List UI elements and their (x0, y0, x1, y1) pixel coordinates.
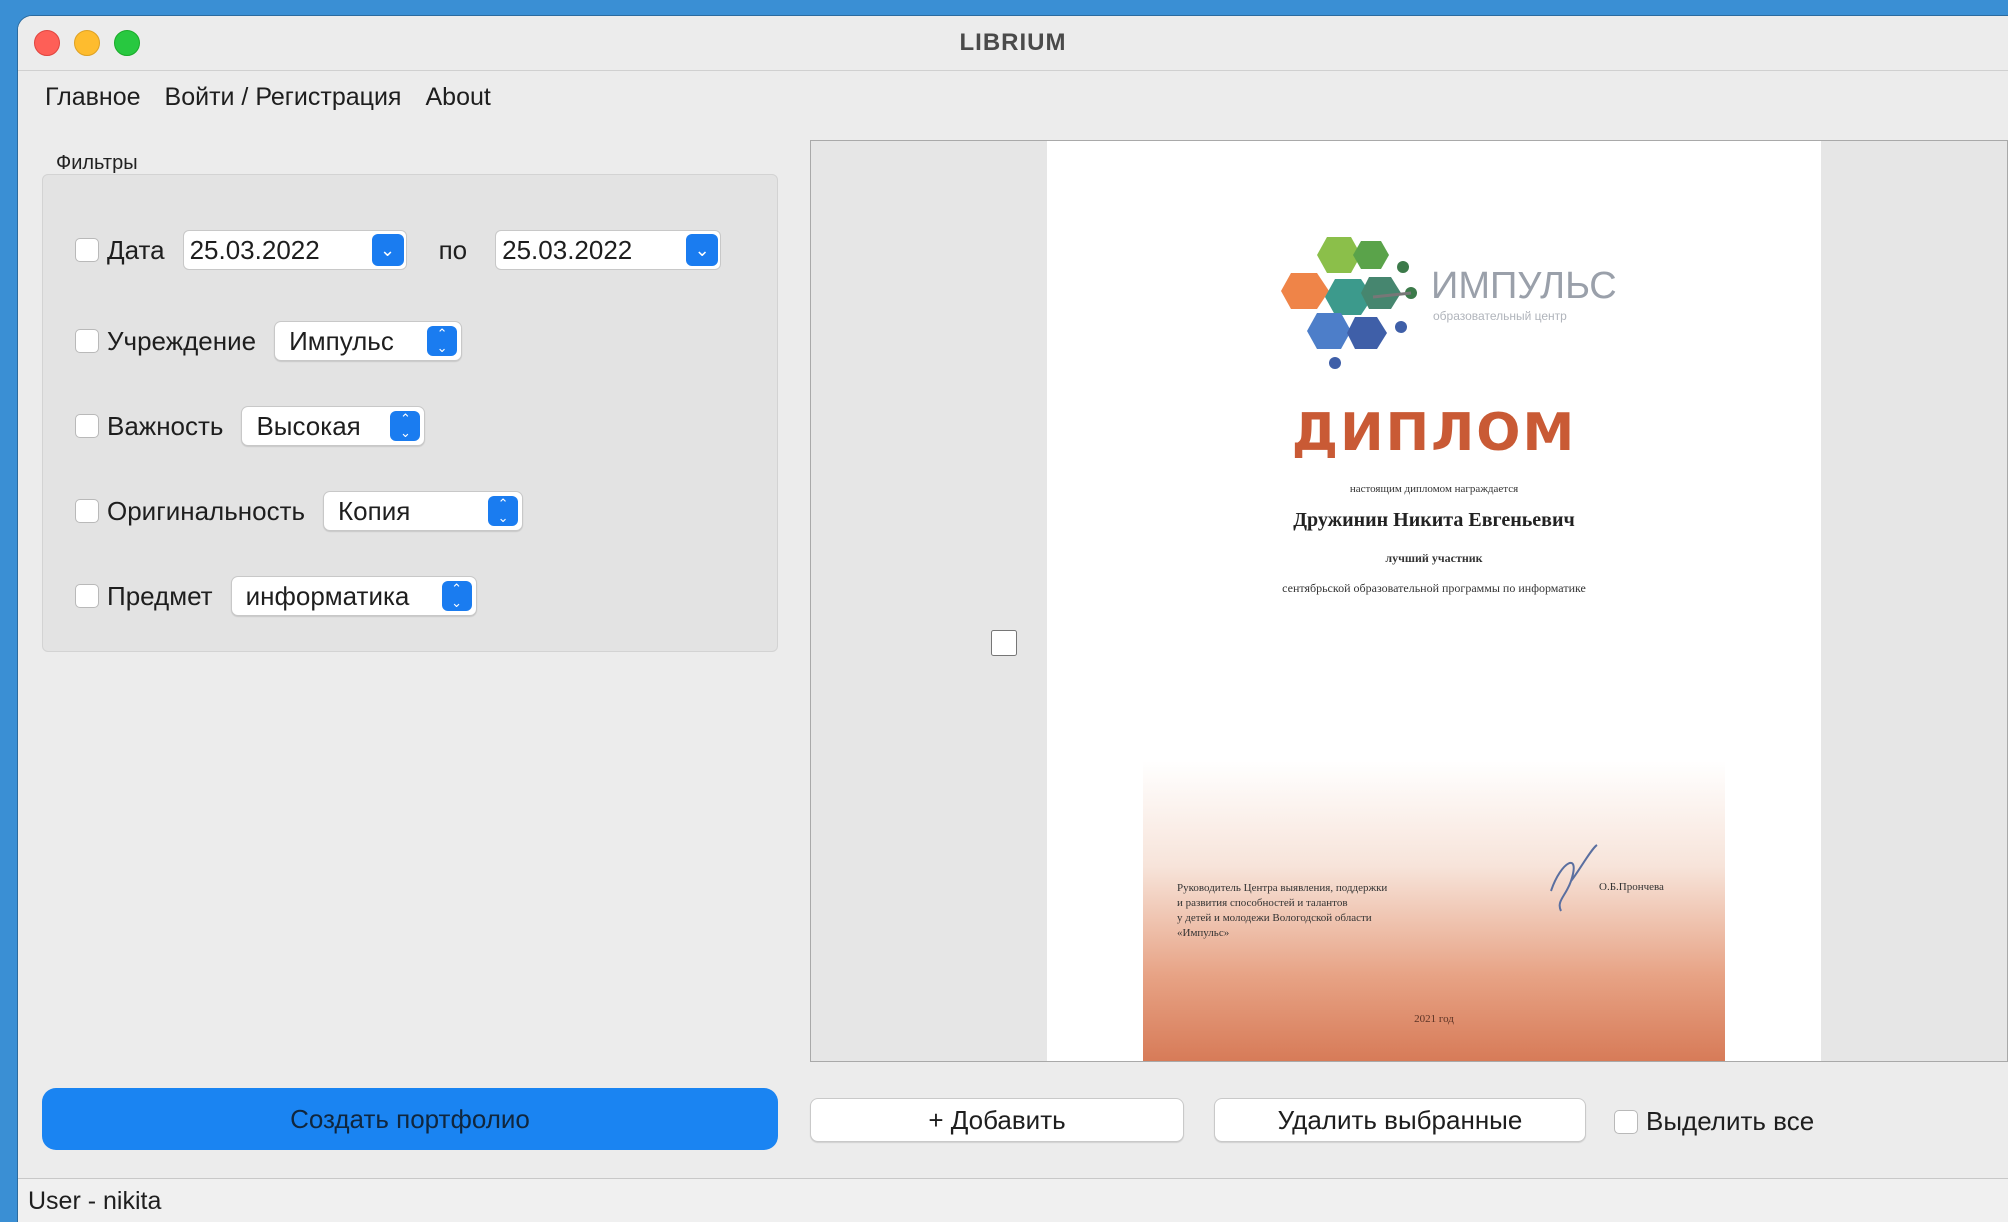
originality-select[interactable]: Копия ⌃ ⌄ (323, 491, 524, 531)
status-user-text: User - nikita (28, 1187, 162, 1215)
select-all-label: Выделить все (1646, 1106, 1815, 1136)
signature-line: Руководитель Центра выявления, поддержки (1177, 882, 1388, 894)
date-to-value: 25.03.2022 (502, 235, 633, 265)
updown-chevron-icon: ⌃ ⌄ (488, 496, 519, 526)
signature-icon (1550, 844, 1598, 912)
signature-line: и развития способностей и талантов (1177, 897, 1348, 909)
institution-select-value: Импульс (289, 326, 394, 356)
subject-filter-checkbox[interactable] (75, 584, 99, 608)
date-range-separator: по (438, 234, 468, 265)
document-preview-panel[interactable]: ИМПУЛЬС образовательный центр ДИПЛОМ нас… (810, 140, 2008, 1062)
filters-panel: Дата 25.03.2022 ⌄ по 25.03.2022 ⌄ Учрежд… (42, 174, 778, 652)
document-select-checkbox[interactable] (991, 630, 1017, 656)
originality-filter-label: Оригинальность (107, 495, 306, 526)
menu-item-main[interactable]: Главное (45, 74, 141, 120)
date-from-field[interactable]: 25.03.2022 ⌄ (182, 230, 407, 270)
diploma-line-program: сентябрьской образовательной программы п… (1282, 581, 1586, 595)
window-title: LIBRIUM (959, 29, 1067, 56)
diploma-title: ДИПЛОМ (1291, 403, 1577, 463)
date-to-field[interactable]: 25.03.2022 ⌄ (495, 230, 722, 270)
diploma-signature-block: Руководитель Центра выявления, поддержки… (1177, 881, 1457, 941)
select-all-checkbox[interactable] (1614, 1109, 1638, 1134)
chevron-down-icon: ⌄ (694, 240, 710, 260)
signature-line: «Импульс» (1177, 927, 1230, 939)
date-from-dropdown-button[interactable]: ⌄ (371, 234, 404, 266)
date-filter-label: Дата (107, 234, 165, 265)
menu-item-about[interactable]: About (425, 74, 490, 120)
institution-select[interactable]: Импульс ⌃ ⌄ (274, 321, 463, 361)
diploma-signer-name: О.Б.Прончева (1599, 881, 1664, 893)
importance-filter-label: Важность (107, 410, 224, 441)
impuls-logo-icon (1281, 237, 1417, 369)
date-to-dropdown-button[interactable]: ⌄ (686, 234, 719, 266)
originality-select-value: Копия (338, 496, 411, 526)
filters-title: Фильтры (56, 152, 138, 174)
date-from-value: 25.03.2022 (189, 235, 320, 265)
filter-row-originality: Оригинальность Копия ⌃ ⌄ (75, 489, 524, 533)
institution-filter-checkbox[interactable] (75, 329, 99, 353)
filter-row-importance: Важность Высокая ⌃ ⌄ (75, 404, 426, 448)
chevron-down-icon: ⌄ (380, 240, 396, 260)
status-bar: User - nikita (18, 1178, 2008, 1222)
subject-select-value: информатика (245, 581, 410, 611)
delete-selected-button[interactable]: Удалить выбранные (1214, 1098, 1586, 1142)
select-all-control[interactable]: Выделить все (1614, 1106, 1814, 1137)
create-portfolio-button[interactable]: Создать портфолио (42, 1088, 778, 1150)
originality-filter-checkbox[interactable] (75, 499, 99, 523)
importance-filter-checkbox[interactable] (75, 414, 99, 438)
add-document-button[interactable]: + Добавить (810, 1098, 1184, 1142)
subject-select[interactable]: информатика ⌃ ⌄ (230, 576, 477, 616)
title-bar: LIBRIUM (18, 16, 2008, 71)
updown-chevron-icon: ⌃ ⌄ (390, 411, 421, 441)
diploma-document[interactable]: ИМПУЛЬС образовательный центр ДИПЛОМ нас… (1047, 141, 1821, 1061)
filter-row-institution: Учреждение Импульс ⌃ ⌄ (75, 319, 463, 363)
subject-filter-label: Предмет (107, 580, 213, 611)
filter-row-date: Дата 25.03.2022 ⌄ по 25.03.2022 ⌄ (75, 228, 722, 272)
logo-text: ИМПУЛЬС (1431, 265, 1617, 307)
date-filter-checkbox[interactable] (75, 238, 99, 262)
diploma-line-best: лучший участник (1385, 551, 1483, 565)
diploma-line-awarded: настоящим дипломом награждается (1349, 483, 1519, 495)
diploma-recipient-name: Дружинин Никита Евгеньевич (1293, 509, 1575, 531)
diploma-year: 2021 год (1414, 1013, 1454, 1025)
institution-filter-label: Учреждение (107, 325, 257, 356)
app-window: LIBRIUM Главное Войти / Регистрация Abou… (18, 16, 2008, 1222)
updown-chevron-icon: ⌃ ⌄ (441, 581, 472, 611)
importance-select-value: Высокая (256, 411, 361, 441)
signature-line: у детей и молодежи Вологодской области (1177, 912, 1372, 924)
menu-bar: Главное Войти / Регистрация About (45, 74, 491, 120)
filter-row-subject: Предмет информатика ⌃ ⌄ (75, 574, 477, 618)
updown-chevron-icon: ⌃ ⌄ (427, 326, 458, 356)
logo-subtitle: образовательный центр (1433, 309, 1567, 323)
menu-item-login[interactable]: Войти / Регистрация (165, 74, 402, 120)
importance-select[interactable]: Высокая ⌃ ⌄ (241, 406, 426, 446)
